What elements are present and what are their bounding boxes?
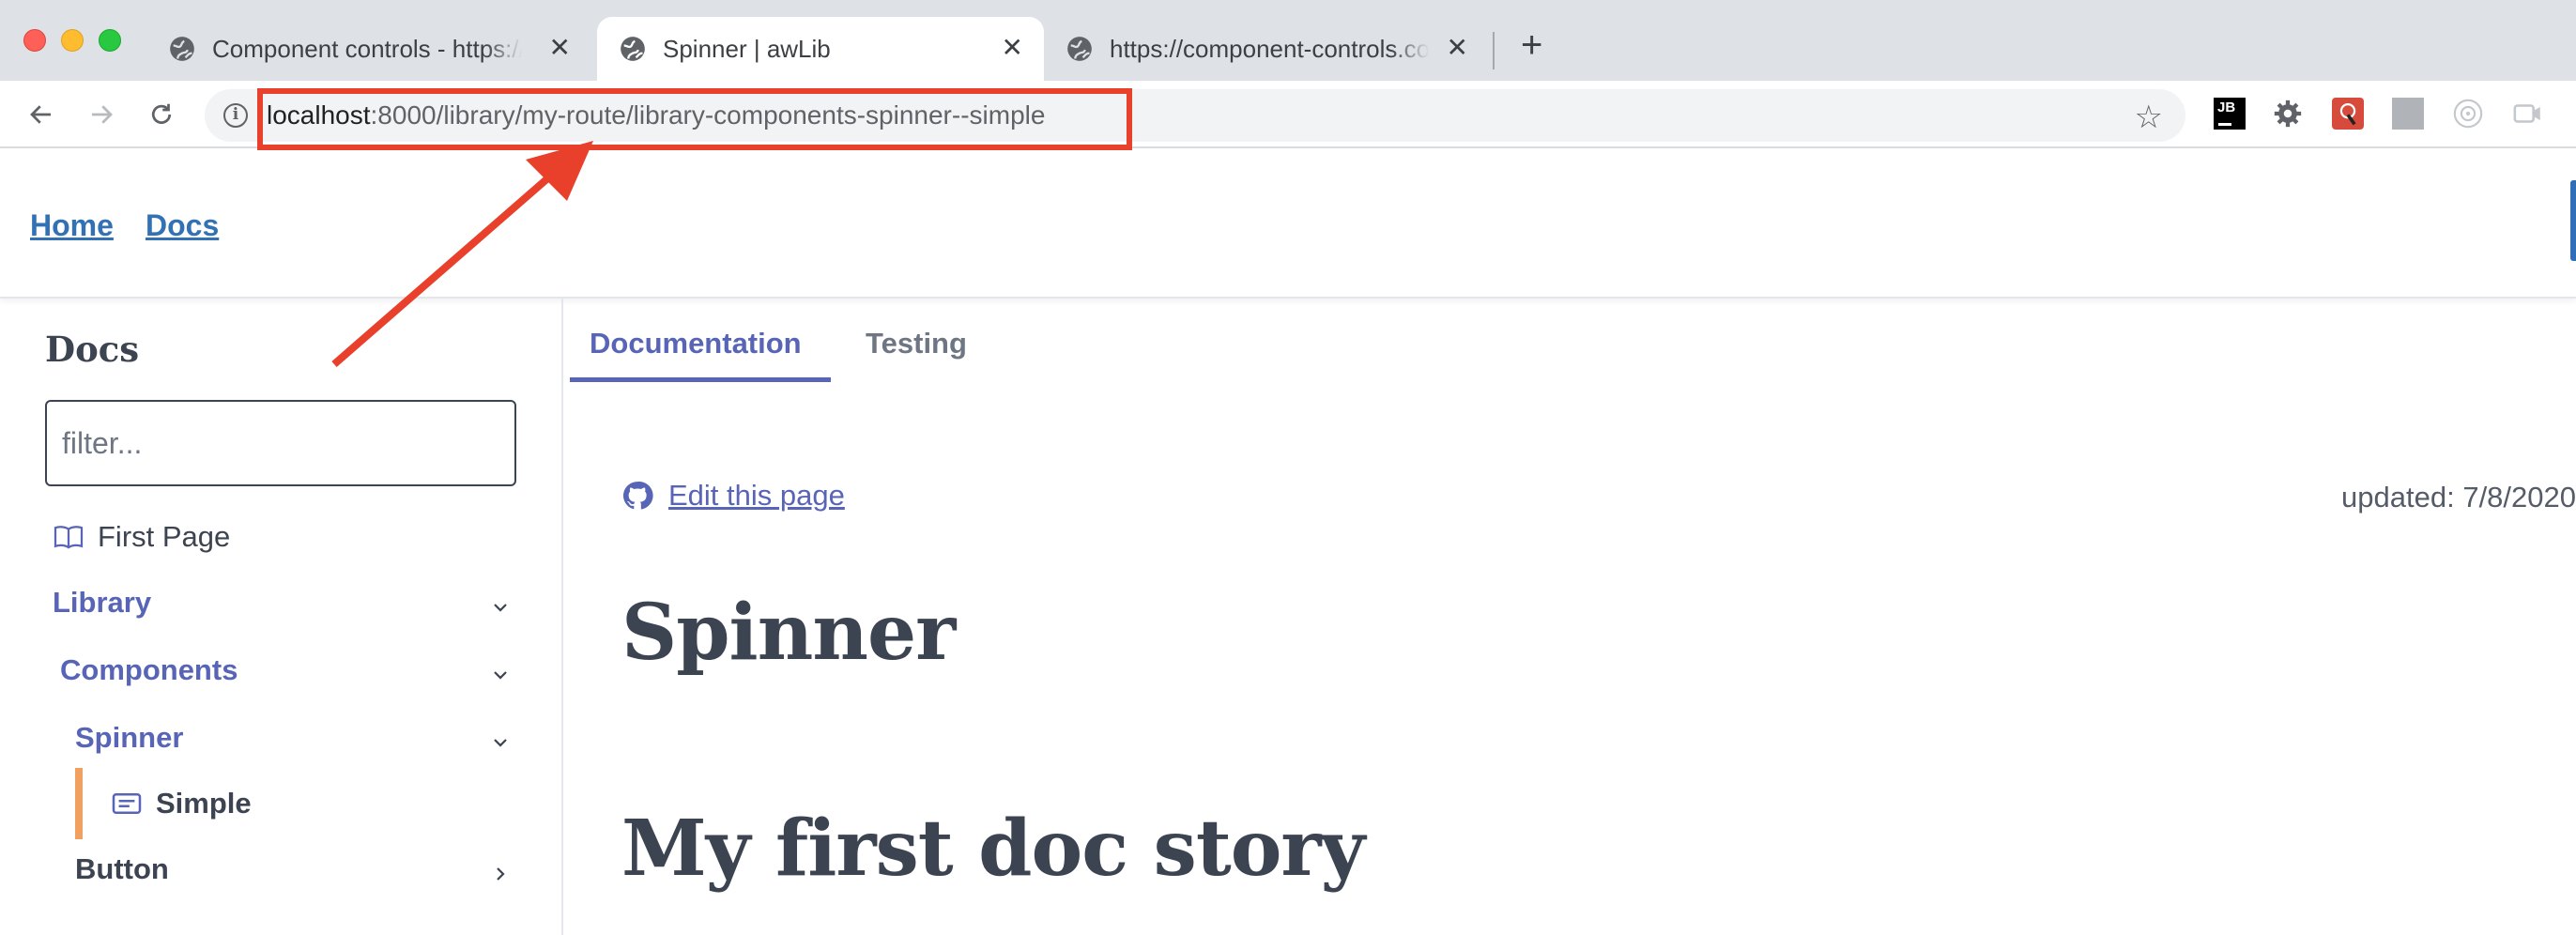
tab-title: Spinner | awLib	[663, 34, 831, 63]
reload-button[interactable]	[145, 98, 178, 131]
filter-input[interactable]	[45, 400, 516, 486]
new-tab-button[interactable]: +	[1521, 26, 1542, 64]
chevron-down-icon	[494, 739, 507, 747]
tab-testing[interactable]: Testing	[866, 327, 967, 360]
github-icon	[622, 482, 653, 510]
site-header: Home Docs	[0, 148, 2576, 299]
url-highlight-box	[257, 88, 1132, 150]
story-title: My first doc story	[621, 804, 1365, 894]
close-tab-icon[interactable]: ✕	[1002, 34, 1023, 62]
jb-icon[interactable]: JB	[2214, 98, 2246, 130]
nav-link-home[interactable]: Home	[30, 208, 114, 243]
forward-button[interactable]	[84, 98, 118, 131]
close-window-button[interactable]	[23, 29, 46, 52]
browser-tab-component-controls-url[interactable]: https://component-controls.co ✕	[1066, 17, 1489, 81]
header-button-edge[interactable]	[2570, 180, 2576, 261]
sidebar-item-first-page[interactable]: First Page	[53, 520, 230, 554]
chevron-down-icon	[494, 671, 507, 680]
sidebar-item-simple[interactable]: Simple	[111, 787, 252, 820]
story-icon	[112, 792, 142, 815]
active-tab-indicator	[570, 377, 831, 382]
gear-extension-icon[interactable]	[2272, 98, 2304, 130]
tab-title: Component controls - https://g	[212, 34, 522, 63]
arrow-left-icon	[30, 105, 51, 124]
updated-date: updated: 7/8/2020	[2341, 481, 2576, 513]
target-extension-icon[interactable]	[2452, 98, 2484, 130]
sidebar-item-components[interactable]: Components	[60, 653, 516, 687]
chevron-right-icon	[497, 867, 505, 881]
video-extension-icon[interactable]	[2512, 98, 2544, 130]
sidebar-item-label: Components	[60, 653, 238, 686]
tab-title: https://component-controls.co	[1110, 34, 1429, 63]
maximize-window-button[interactable]	[99, 29, 121, 52]
sidebar-title: Docs	[45, 329, 140, 370]
grey-extension-icon[interactable]	[2392, 98, 2424, 130]
reload-icon	[151, 103, 172, 124]
edit-link-label: Edit this page	[668, 479, 845, 512]
sidebar-item-label: First Page	[98, 520, 231, 553]
info-icon[interactable]: i	[223, 103, 248, 128]
sidebar-item-label: Simple	[156, 787, 252, 820]
page-title: Spinner	[621, 588, 956, 678]
chevron-down-icon	[494, 604, 507, 612]
docs-sidebar: Docs First Page Library Components Spinn…	[0, 299, 563, 935]
sidebar-item-spinner[interactable]: Spinner	[75, 721, 516, 755]
tab-divider	[1493, 32, 1495, 69]
sidebar-item-label: Library	[53, 586, 152, 619]
active-item-marker	[75, 768, 83, 839]
browser-tabstrip: Component controls - https://g ✕ Spinner…	[0, 0, 2576, 81]
book-icon	[54, 526, 84, 549]
globe-icon	[621, 37, 645, 61]
back-button[interactable]	[24, 98, 58, 131]
edit-this-page-link[interactable]: Edit this page	[621, 479, 845, 513]
close-tab-icon[interactable]: ✕	[549, 34, 571, 62]
star-icon[interactable]: ☆	[2135, 99, 2163, 136]
minimize-window-button[interactable]	[61, 29, 84, 52]
close-tab-icon[interactable]: ✕	[1447, 34, 1468, 62]
sidebar-item-button[interactable]: Button	[75, 852, 516, 886]
tab-documentation[interactable]: Documentation	[590, 327, 802, 360]
sidebar-item-library[interactable]: Library	[53, 586, 516, 620]
browser-tab-component-controls[interactable]: Component controls - https://g ✕	[169, 17, 591, 81]
sidebar-item-label: Button	[75, 852, 169, 885]
globe-icon	[1067, 37, 1092, 61]
arrow-right-icon	[92, 105, 113, 124]
sidebar-item-label: Spinner	[75, 721, 184, 754]
browser-tab-spinner[interactable]: Spinner | awLib ✕	[597, 17, 1044, 81]
globe-icon	[170, 37, 194, 61]
red-extension-icon[interactable]	[2332, 98, 2364, 130]
nav-link-docs[interactable]: Docs	[146, 208, 219, 243]
